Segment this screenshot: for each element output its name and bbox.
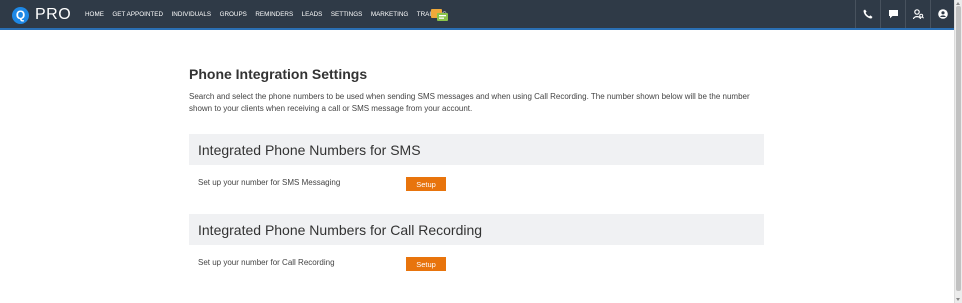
nav-item-leads[interactable]: LEADS xyxy=(302,11,323,18)
nav-item-groups[interactable]: GROUPS xyxy=(220,11,247,18)
sms-setup-label: Set up your number for SMS Messaging xyxy=(198,178,341,187)
sms-section-header: Integrated Phone Numbers for SMS xyxy=(189,134,764,165)
call-recording-section-header: Integrated Phone Numbers for Call Record… xyxy=(189,214,764,245)
call-recording-section: Integrated Phone Numbers for Call Record… xyxy=(189,214,764,271)
nav-item-marketing[interactable]: MARKETING xyxy=(371,11,408,18)
main-content: Phone Integration Settings Search and se… xyxy=(189,66,764,271)
page-description: Search and select the phone numbers to b… xyxy=(189,92,750,113)
app-logo[interactable]: Q PRO xyxy=(12,5,71,25)
chat-icon[interactable] xyxy=(880,0,905,28)
nav-item-reminders[interactable]: REMINDERS xyxy=(255,11,293,18)
account-icon[interactable] xyxy=(930,0,955,28)
nav-item-settings[interactable]: SETTINGS xyxy=(331,11,363,18)
scroll-down-arrow-icon[interactable] xyxy=(956,298,960,301)
nav-item-home[interactable]: HOME xyxy=(85,11,104,18)
sms-section: Integrated Phone Numbers for SMS Set up … xyxy=(189,134,764,191)
page-scrollbar[interactable] xyxy=(954,0,962,303)
nav-item-individuals[interactable]: INDIVIDUALS xyxy=(172,11,212,18)
nav-item-get-appointed[interactable]: GET APPOINTED xyxy=(112,11,163,18)
page-title: Phone Integration Settings xyxy=(189,66,368,82)
sms-setup-button[interactable]: Setup xyxy=(406,177,446,191)
scrollbar-thumb[interactable] xyxy=(956,6,961,291)
top-navigation-bar: Q PRO HOME GET APPOINTED INDIVIDUALS GRO… xyxy=(0,0,955,30)
main-nav: HOME GET APPOINTED INDIVIDUALS GROUPS RE… xyxy=(85,0,455,28)
scroll-up-arrow-icon[interactable] xyxy=(956,2,960,5)
sms-setup-row: Set up your number for SMS Messaging Set… xyxy=(189,165,764,191)
logo-text: PRO xyxy=(35,6,72,23)
call-recording-setup-label: Set up your number for Call Recording xyxy=(198,258,335,267)
phone-icon[interactable] xyxy=(855,0,880,28)
logo-mark: Q xyxy=(12,6,29,24)
call-recording-setup-row: Set up your number for Call Recording Se… xyxy=(189,245,764,271)
call-recording-setup-button[interactable]: Setup xyxy=(406,257,446,271)
promo-badge-icon[interactable] xyxy=(431,8,448,21)
header-icon-group xyxy=(855,0,955,28)
user-search-icon[interactable] xyxy=(905,0,930,28)
